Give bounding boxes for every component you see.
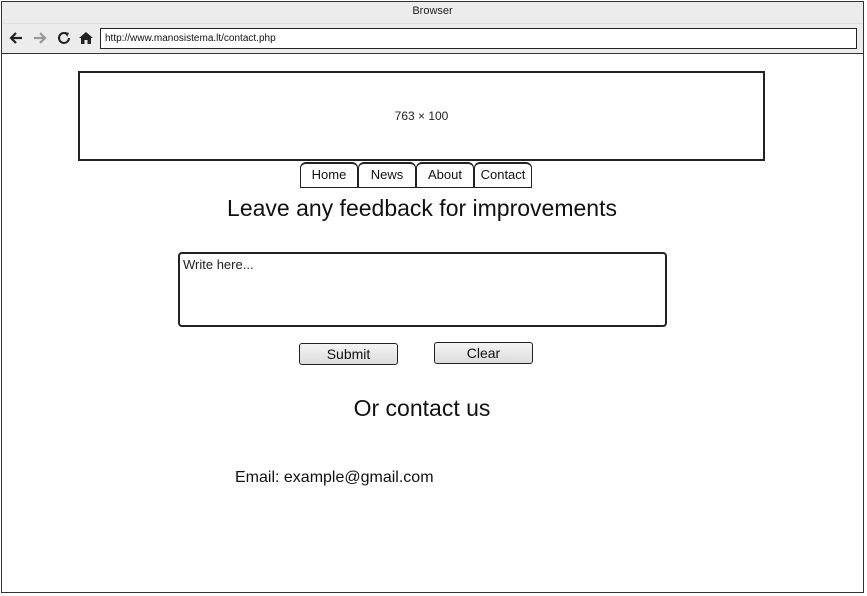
back-button[interactable] bbox=[6, 28, 26, 48]
banner-label: 763 × 100 bbox=[394, 109, 449, 123]
banner-placeholder: 763 × 100 bbox=[78, 71, 765, 161]
tab-home[interactable]: Home bbox=[300, 162, 358, 188]
reload-button[interactable] bbox=[54, 28, 74, 48]
arrow-right-icon bbox=[34, 32, 47, 44]
home-icon bbox=[79, 32, 93, 44]
tab-about[interactable]: About bbox=[416, 162, 474, 188]
tab-news[interactable]: News bbox=[358, 162, 416, 188]
window-title: Browser bbox=[412, 5, 453, 17]
forward-button[interactable] bbox=[30, 28, 50, 48]
home-button[interactable] bbox=[76, 28, 96, 48]
clear-button[interactable]: Clear bbox=[434, 342, 533, 364]
tab-label: Contact bbox=[480, 167, 526, 182]
tab-label: Home bbox=[311, 167, 347, 182]
title-bar: Browser bbox=[2, 2, 863, 24]
arrow-left-icon bbox=[9, 32, 22, 44]
feedback-heading: Leave any feedback for improvements bbox=[227, 195, 617, 221]
address-bar[interactable] bbox=[100, 28, 857, 49]
contact-email: Email: example@gmail.com bbox=[235, 469, 434, 486]
tab-contact[interactable]: Contact bbox=[474, 162, 532, 188]
tab-label: About bbox=[428, 167, 462, 182]
tab-label: News bbox=[370, 167, 404, 182]
contact-heading: Or contact us bbox=[353, 395, 491, 421]
browser-toolbar bbox=[2, 24, 863, 54]
submit-button[interactable]: Submit bbox=[299, 343, 398, 365]
reload-icon bbox=[58, 32, 70, 44]
feedback-textarea[interactable] bbox=[178, 252, 667, 327]
browser-window: Browser 763 × 100 Home bbox=[1, 1, 864, 593]
